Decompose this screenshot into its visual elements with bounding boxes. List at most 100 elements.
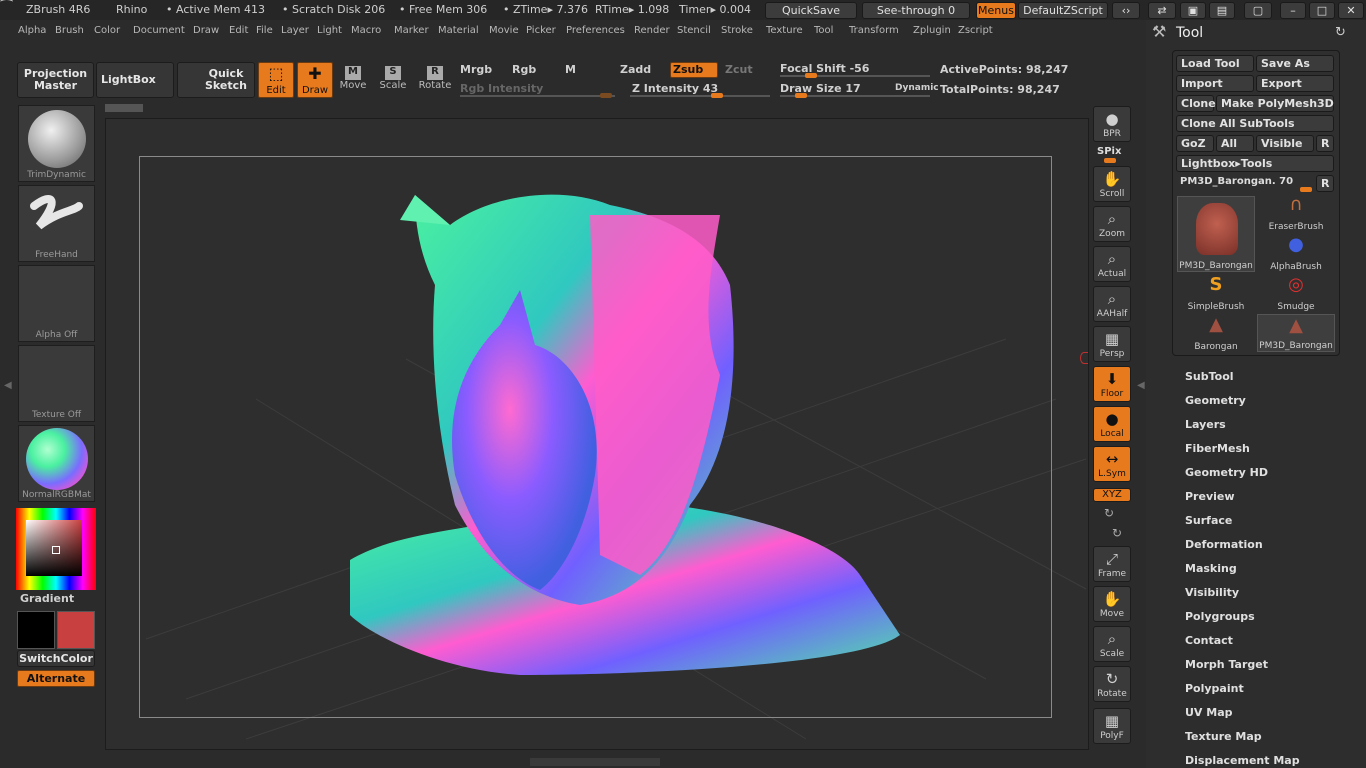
- draw-size-knob[interactable]: [795, 93, 807, 98]
- section-uv-map[interactable]: UV Map: [1185, 706, 1233, 719]
- mrgb-button[interactable]: Mrgb: [460, 63, 492, 76]
- z-intensity-slider[interactable]: Z Intensity 43: [632, 82, 718, 95]
- tool-thumb-pm3d-barongan[interactable]: PM3D_Barongan: [1177, 196, 1255, 272]
- tool-thumb-pm3d-barongan-2[interactable]: ▲ PM3D_Barongan: [1257, 314, 1335, 352]
- layout-alt-icon[interactable]: ▤: [1209, 2, 1235, 19]
- tool-thumb-eraserbrush[interactable]: ∩ EraserBrush: [1257, 194, 1335, 232]
- section-texture-map[interactable]: Texture Map: [1185, 730, 1262, 743]
- lsym-button[interactable]: ↔ L.Sym: [1093, 446, 1131, 482]
- spix-slider[interactable]: SPix: [1097, 146, 1121, 157]
- rotate-button[interactable]: R Rotate: [418, 66, 452, 91]
- dynamic-toggle[interactable]: Dynamic: [895, 83, 939, 93]
- brush-thumbnail[interactable]: TrimDynamic: [18, 105, 95, 182]
- tool-r-button[interactable]: R: [1316, 175, 1334, 192]
- color-picker[interactable]: [16, 508, 96, 590]
- texture-thumbnail[interactable]: Texture Off: [18, 345, 95, 422]
- focal-shift-slider[interactable]: Focal Shift -56: [780, 62, 869, 75]
- spix-knob[interactable]: [1104, 158, 1116, 163]
- section-fibermesh[interactable]: FiberMesh: [1185, 442, 1250, 455]
- menu-item[interactable]: Tool: [814, 25, 833, 36]
- tool-thumb-simplebrush[interactable]: S SimpleBrush: [1177, 274, 1255, 312]
- save-as-button[interactable]: Save As: [1256, 55, 1334, 72]
- m-button[interactable]: M: [565, 63, 576, 76]
- menu-item[interactable]: Light: [317, 25, 342, 36]
- z-intensity-track[interactable]: [630, 95, 770, 97]
- quick-sketch-button[interactable]: Quick Sketch: [177, 62, 255, 98]
- rgb-intensity-knob[interactable]: [600, 93, 612, 98]
- z-intensity-knob[interactable]: [711, 93, 723, 98]
- persp-button[interactable]: ▦ Persp: [1093, 326, 1131, 362]
- right-tray-arrow-icon[interactable]: ◀: [1137, 380, 1145, 391]
- focal-shift-track[interactable]: [780, 75, 930, 77]
- local-button[interactable]: ● Local: [1093, 406, 1131, 442]
- aahalf-button[interactable]: ⌕ AAHalf: [1093, 286, 1131, 322]
- menu-item[interactable]: Edit: [229, 25, 248, 36]
- actual-button[interactable]: ⌕ Actual: [1093, 246, 1131, 282]
- section-morph-target[interactable]: Morph Target: [1185, 658, 1268, 671]
- maximize-icon[interactable]: □: [1309, 2, 1335, 19]
- section-polypaint[interactable]: Polypaint: [1185, 682, 1244, 695]
- load-tool-button[interactable]: Load Tool: [1176, 55, 1254, 72]
- current-tool-slider[interactable]: PM3D_Barongan. 70: [1180, 176, 1293, 187]
- barongan-mesh-icon[interactable]: [340, 175, 910, 685]
- scroll-button[interactable]: ✋ Scroll: [1093, 166, 1131, 202]
- draw-button[interactable]: ✚ Draw: [297, 62, 333, 98]
- lightbox-tools-button[interactable]: Lightbox▸Tools: [1176, 155, 1334, 172]
- left-tray-arrow-icon[interactable]: ◀: [4, 380, 12, 391]
- import-button[interactable]: Import: [1176, 75, 1254, 92]
- menu-item[interactable]: Document: [133, 25, 185, 36]
- tool-thumb-barongan[interactable]: ▲ Barongan: [1177, 314, 1255, 352]
- menu-item[interactable]: Preferences: [566, 25, 625, 36]
- tool-thumb-alphabrush[interactable]: ● AlphaBrush: [1257, 234, 1335, 272]
- default-zscript-button[interactable]: DefaultZScript: [1018, 2, 1108, 19]
- refresh-icon[interactable]: ↻: [1335, 25, 1346, 40]
- bottom-tray-handle[interactable]: [530, 758, 660, 766]
- menu-item[interactable]: Layer: [281, 25, 309, 36]
- goz-all-button[interactable]: All: [1216, 135, 1254, 152]
- minimize-icon[interactable]: –: [1280, 2, 1306, 19]
- projection-master-button[interactable]: Projection Master: [17, 62, 94, 98]
- material-thumbnail[interactable]: NormalRGBMat: [18, 425, 95, 502]
- section-geometry[interactable]: Geometry: [1185, 394, 1246, 407]
- section-preview[interactable]: Preview: [1185, 490, 1235, 503]
- clone-button[interactable]: Clone: [1176, 95, 1216, 112]
- menus-button[interactable]: Menus: [976, 2, 1016, 19]
- menu-item[interactable]: Alpha: [18, 25, 46, 36]
- focal-shift-knob[interactable]: [805, 73, 817, 78]
- see-through-slider[interactable]: See-through 0: [862, 2, 970, 19]
- hide-icon[interactable]: ‹›: [1112, 2, 1140, 19]
- alpha-thumbnail[interactable]: Alpha Off: [18, 265, 95, 342]
- section-contact[interactable]: Contact: [1185, 634, 1233, 647]
- zadd-button[interactable]: Zadd: [620, 63, 651, 76]
- goz-visible-button[interactable]: Visible: [1256, 135, 1314, 152]
- zoom-button[interactable]: ⌕ Zoom: [1093, 206, 1131, 242]
- rotate-z-icon[interactable]: ↻: [1112, 526, 1122, 540]
- section-surface[interactable]: Surface: [1185, 514, 1232, 527]
- menu-item[interactable]: Stencil: [677, 25, 711, 36]
- section-displacement-map[interactable]: Displacement Map: [1185, 754, 1300, 767]
- gradient-toggle[interactable]: Gradient: [20, 592, 74, 605]
- goz-button[interactable]: GoZ: [1176, 135, 1214, 152]
- menu-item[interactable]: Color: [94, 25, 120, 36]
- bpr-button[interactable]: ● BPR: [1093, 106, 1131, 142]
- quicksave-button[interactable]: QuickSave: [765, 2, 857, 19]
- section-subtool[interactable]: SubTool: [1185, 370, 1234, 383]
- layout-icon[interactable]: ▣: [1180, 2, 1206, 19]
- menu-item[interactable]: Macro: [351, 25, 381, 36]
- move-view-button[interactable]: ✋ Move: [1093, 586, 1131, 622]
- rgb-intensity-track[interactable]: [460, 95, 615, 97]
- menu-item[interactable]: Zscript: [958, 25, 993, 36]
- frame-button[interactable]: ⤢ Frame: [1093, 546, 1131, 582]
- menu-item[interactable]: Transform: [849, 25, 899, 36]
- menu-item[interactable]: Stroke: [721, 25, 753, 36]
- tool-thumb-smudge[interactable]: ◎ Smudge: [1257, 274, 1335, 312]
- section-deformation[interactable]: Deformation: [1185, 538, 1263, 551]
- switch-color-button[interactable]: SwitchColor: [17, 650, 95, 667]
- lightbox-button[interactable]: LightBox: [96, 62, 174, 98]
- menu-item[interactable]: File: [256, 25, 273, 36]
- section-masking[interactable]: Masking: [1185, 562, 1237, 575]
- menu-item[interactable]: Marker: [394, 25, 429, 36]
- zsub-button[interactable]: Zsub: [670, 62, 718, 78]
- zcut-button[interactable]: Zcut: [725, 63, 753, 76]
- alternate-button[interactable]: Alternate: [17, 670, 95, 687]
